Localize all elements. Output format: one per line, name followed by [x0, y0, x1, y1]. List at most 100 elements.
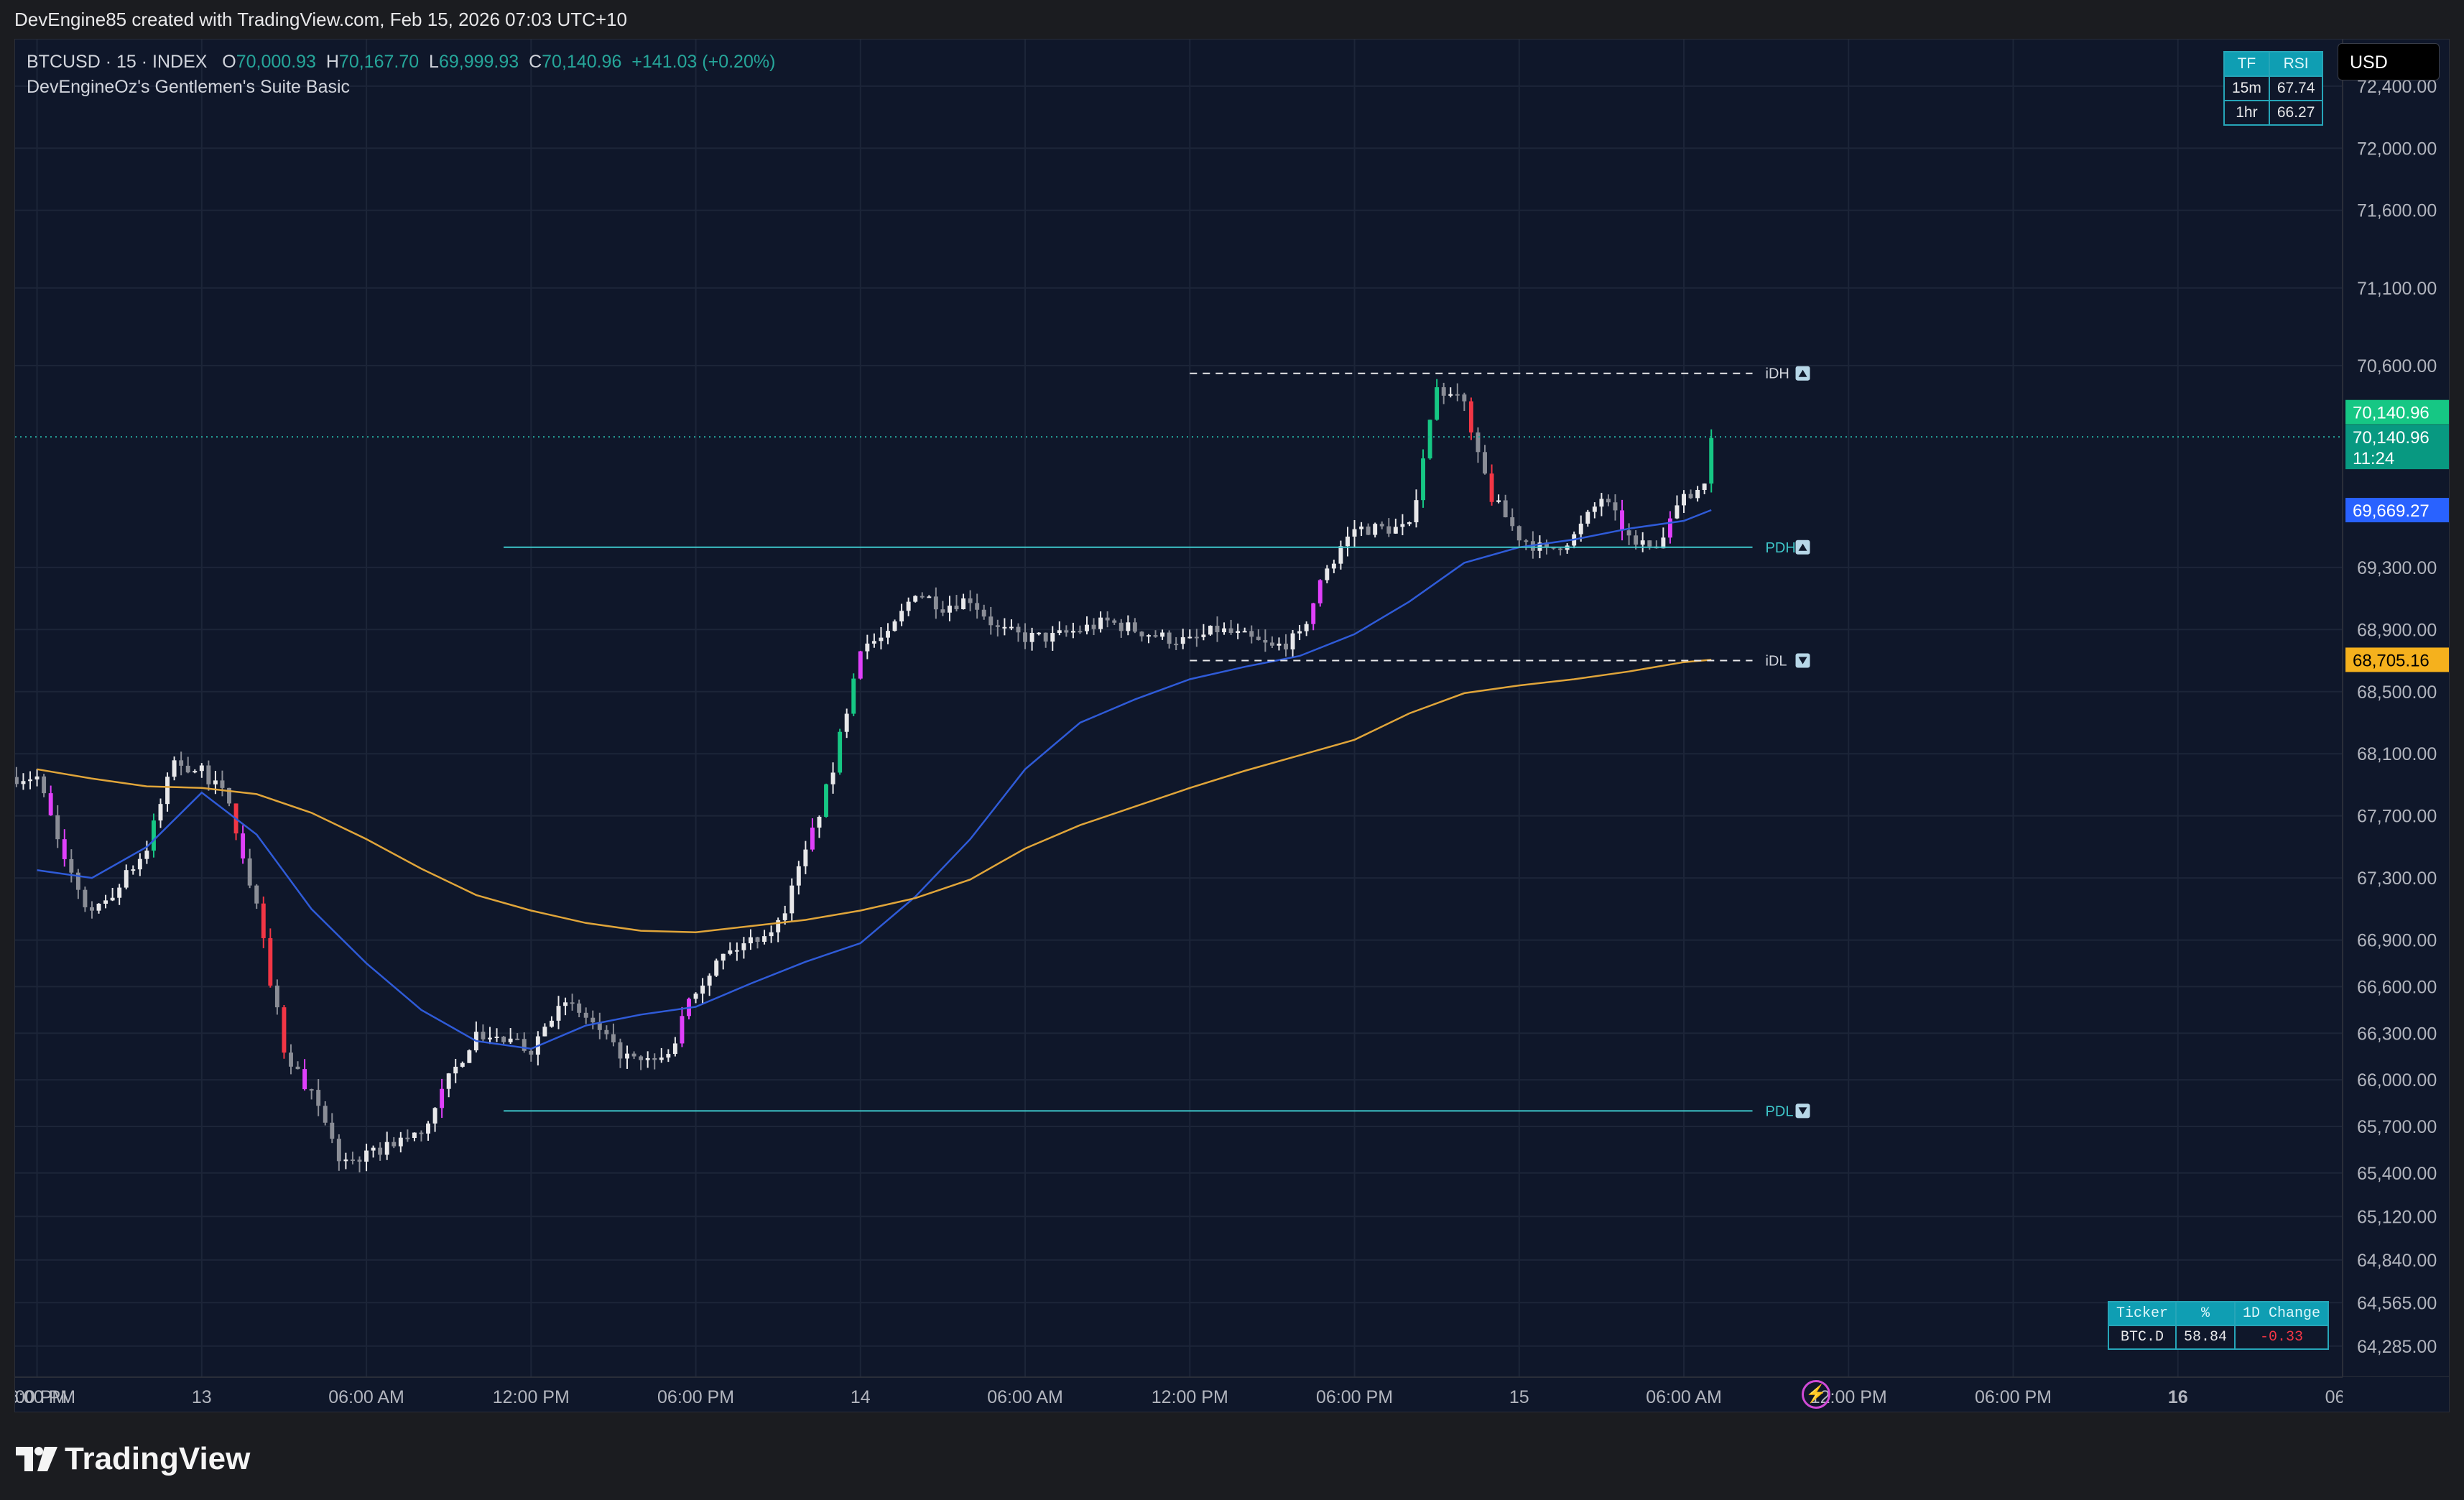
candle-body	[652, 1057, 657, 1060]
candle-body	[1174, 644, 1179, 646]
high-label: H	[325, 52, 339, 72]
price-tag-label: 70,140.96	[2353, 404, 2430, 423]
candle-body	[913, 596, 918, 602]
candle-body	[721, 953, 726, 961]
candle-body	[522, 1039, 527, 1051]
y-tick-label: 72,000.00	[2357, 139, 2437, 159]
caption-text: DevEngine85 created with TradingView.com…	[14, 8, 627, 30]
tradingview-logo[interactable]: TradingView	[16, 1441, 250, 1477]
idh-level-label: iDH	[1766, 366, 1789, 382]
y-tick-label: 64,565.00	[2357, 1293, 2437, 1313]
candle-body	[179, 760, 184, 766]
candle-body	[241, 833, 246, 858]
candle-body	[165, 777, 170, 805]
candle-body	[940, 609, 945, 613]
candle-body	[577, 1003, 582, 1013]
chart-caption: DevEngine85 created with TradingView.com…	[0, 0, 2464, 39]
candle-body	[1489, 473, 1494, 502]
candle-body	[392, 1142, 397, 1147]
candle-body	[1016, 626, 1021, 633]
candle-body	[906, 601, 911, 611]
candle-body	[1448, 394, 1453, 396]
x-tick-label: 06:00 AM	[987, 1387, 1063, 1407]
candle-body	[1167, 632, 1172, 644]
candle-body	[981, 609, 986, 617]
x-tick-label: 06:00 AM	[1646, 1387, 1722, 1407]
candle-body	[1338, 546, 1343, 564]
candle-body	[1112, 620, 1117, 623]
candle-body	[488, 1037, 492, 1040]
candle-body	[789, 885, 795, 914]
candle-body	[1695, 490, 1700, 499]
candle-body	[570, 1002, 575, 1004]
dom-header-change: 1D Change	[2234, 1301, 2330, 1326]
candle-body	[1147, 635, 1151, 637]
rsi-value-cell: 67.74	[2268, 75, 2324, 101]
candle-body	[481, 1032, 486, 1040]
candle-body	[1085, 624, 1089, 631]
candle-body	[405, 1137, 410, 1139]
candle-body	[1187, 636, 1192, 639]
candle-body	[350, 1159, 355, 1162]
candle-body	[1524, 540, 1529, 542]
axis-corner	[2343, 1377, 2449, 1412]
currency-button[interactable]: USD	[2338, 43, 2440, 80]
chart-background	[15, 40, 2449, 1412]
candle-body	[659, 1057, 664, 1060]
candle-body	[1476, 432, 1481, 453]
candle-body	[1098, 617, 1103, 629]
candle-body	[1599, 499, 1604, 507]
candle-body	[1222, 628, 1227, 633]
candle-body	[185, 765, 190, 773]
candle-body	[1215, 626, 1220, 633]
candle-body	[817, 816, 822, 828]
candle-body	[1236, 631, 1241, 634]
candle-body	[975, 603, 980, 610]
candle-body	[1037, 632, 1042, 634]
candle-body	[1682, 494, 1686, 506]
candle-body	[1393, 527, 1398, 534]
candle-body	[96, 904, 101, 911]
y-tick-label: 66,600.00	[2357, 977, 2437, 997]
candle-body	[467, 1050, 472, 1063]
candle-body	[289, 1052, 293, 1067]
candle-body	[1592, 506, 1597, 512]
y-tick-label: 66,000.00	[2357, 1070, 2437, 1091]
y-tick-label: 70,600.00	[2357, 356, 2437, 376]
candle-body	[782, 913, 787, 920]
rsi-header-tf: TF	[2223, 51, 2270, 77]
indicator-label[interactable]: DevEngineOz's Gentlemen's Suite Basic	[27, 75, 775, 100]
symbol-label[interactable]: BTCUSD · 15 · INDEX	[27, 52, 207, 72]
price-chart[interactable]: iDHPDHiDLPDL72,400.0072,000.0071,600.007…	[15, 40, 2450, 1412]
candle-body	[1043, 632, 1048, 642]
candle-body	[172, 760, 177, 777]
candle-body	[1634, 535, 1639, 545]
price-tag-countdown: 11:24	[2353, 449, 2394, 468]
candle-body	[968, 598, 973, 603]
candle-body	[494, 1036, 499, 1038]
candle-body	[48, 793, 53, 815]
candle-body	[378, 1147, 383, 1155]
lightning-icon[interactable]: ⚡	[1802, 1380, 1830, 1409]
y-tick-label: 68,500.00	[2357, 682, 2437, 703]
candle-body	[1688, 494, 1693, 499]
candle-body	[1414, 500, 1419, 522]
candle-body	[446, 1073, 451, 1089]
candle-body	[398, 1137, 403, 1147]
candle-body	[871, 641, 876, 644]
candle-body	[961, 598, 966, 609]
candle-body	[1503, 500, 1508, 518]
candle-body	[1311, 603, 1316, 624]
candle-body	[927, 596, 932, 598]
chart-pane[interactable]: iDH PDH iDL PDL 72,400.00 72,000.00 71,600.00 7…	[14, 39, 2450, 1412]
candle-body	[749, 937, 753, 944]
candle-body	[193, 771, 198, 773]
footer-bar: TradingView	[0, 1412, 2464, 1500]
dominance-table: Ticker % 1D Change BTC.D 58.84 -0.33	[2107, 1301, 2330, 1350]
candle-body	[309, 1089, 314, 1091]
candle-body	[769, 932, 774, 937]
close-label: C	[529, 52, 542, 72]
candle-body	[830, 772, 835, 784]
candle-body	[1585, 511, 1590, 524]
candle-body	[590, 1017, 596, 1023]
